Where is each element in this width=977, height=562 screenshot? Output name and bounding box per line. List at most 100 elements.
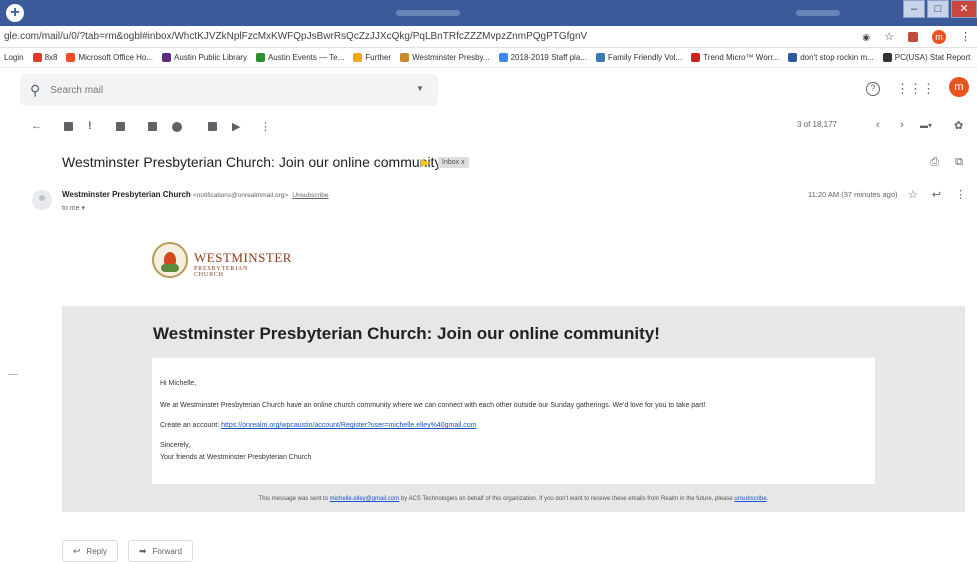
church-logo: WESTMINSTER PRESBYTERIAN CHURCH	[148, 238, 291, 282]
newer-chevron-icon[interactable]: ›	[900, 119, 904, 131]
bookmark-label: Austin Public Library	[174, 53, 247, 62]
mark-unread-icon[interactable]	[148, 122, 157, 131]
sender-line: Westminster Presbyterian Church <notific…	[62, 190, 329, 199]
unsubscribe-link[interactable]: Unsubscribe	[292, 192, 328, 199]
profile-blur	[796, 10, 840, 16]
window-controls: – □ ✕	[901, 0, 977, 18]
bookmark-favicon-icon	[255, 53, 265, 62]
search-icon[interactable]: ⚲	[30, 82, 40, 99]
bookmark-favicon-icon	[162, 53, 172, 62]
subject-row: Westminster Presbyterian Church: Join ou…	[0, 150, 977, 176]
apps-grid-icon[interactable]: ⋮⋮⋮	[896, 81, 935, 97]
bookmark-item[interactable]: PC(USA) Stat Report	[882, 53, 971, 62]
divider	[8, 374, 18, 375]
sender-email: <notifications@onrealmmail.org>	[193, 192, 289, 199]
bookmark-item[interactable]: Microsoft Office Ho...	[66, 53, 153, 62]
church-seal-icon	[152, 242, 188, 278]
bookmark-label: Login	[4, 53, 24, 62]
reply-label: Reply	[86, 547, 107, 556]
greeting: Hi Michelle,	[160, 380, 197, 387]
bookmark-item[interactable]: Austin Public Library	[162, 53, 247, 62]
account-avatar[interactable]: m	[949, 77, 969, 97]
email-footer: This message was sent to michelle.elley@…	[62, 496, 965, 502]
report-spam-icon[interactable]: !	[88, 120, 92, 132]
bookmark-favicon-icon	[353, 53, 363, 62]
footer-unsubscribe-link[interactable]: unsubscribe	[734, 496, 766, 502]
more-vert-icon[interactable]: ⋮	[260, 120, 271, 133]
bookmark-item[interactable]: Login	[4, 53, 24, 62]
url-text[interactable]: gle.com/mail/u/0/?tab=rm&ogbl#inbox/Whct…	[4, 31, 587, 42]
message-toolbar: ← ! ▶ ⋮ 3 of 18,177 ‹ › ▬▾ ✿	[0, 112, 977, 140]
older-chevron-icon[interactable]: ‹	[876, 119, 880, 131]
logo-subtitle: PRESBYTERIAN CHURCH	[194, 266, 249, 278]
bookmark-label: Austin Events — Te...	[267, 53, 345, 62]
bookmark-label: Microsoft Office Ho...	[78, 53, 154, 62]
bookmark-item[interactable]: Austin Events — Te...	[255, 53, 345, 62]
signoff: Your friends at Westminster Presbyterian…	[160, 454, 312, 461]
register-link[interactable]: https://onrealm.org/wpcaustin/account/Re…	[221, 422, 476, 429]
reply-icon[interactable]: ↩	[932, 188, 941, 201]
visibility-icon[interactable]: ◉	[862, 26, 870, 48]
back-arrow-icon[interactable]: ←	[31, 120, 42, 132]
settings-gear-icon[interactable]: ✿	[954, 119, 963, 132]
bookmark-label: PC(USA) Stat Report	[894, 53, 971, 62]
archive-icon[interactable]	[64, 122, 73, 131]
bookmark-label: Further	[365, 53, 392, 62]
browser-account-avatar[interactable]: m	[932, 30, 946, 44]
extension-icon[interactable]	[908, 32, 918, 42]
bookmark-label: 8x8	[44, 53, 58, 62]
bookmark-label: 2018-2019 Staff pla...	[510, 53, 587, 62]
footer-email-link[interactable]: michelle.elley@gmail.com	[330, 496, 399, 502]
email-timestamp: 11:20 AM (37 minutes ago)	[808, 190, 898, 199]
bookmark-label: Westminster Presby...	[412, 53, 490, 62]
move-to-icon[interactable]	[208, 122, 217, 131]
bookmark-favicon-icon	[788, 53, 798, 62]
input-tools-icon[interactable]: ▬▾	[920, 121, 932, 130]
close-icon[interactable]: ✕	[951, 0, 977, 18]
recipient-dropdown[interactable]: to me ▾	[62, 204, 85, 212]
body-paragraph: We at Westminster Presbyterian Church ha…	[160, 402, 706, 409]
more-vert-icon[interactable]: ⋮	[955, 188, 966, 201]
footer-end: .	[766, 496, 769, 502]
star-icon[interactable]: ☆	[908, 188, 918, 201]
print-icon[interactable]: ⎙	[930, 156, 939, 169]
create-account-line: Create an account: https://onrealm.org/w…	[160, 422, 477, 429]
star-bookmark-icon[interactable]: ☆	[884, 26, 894, 48]
snooze-icon[interactable]	[172, 122, 182, 132]
bookmark-item[interactable]: Further	[353, 53, 391, 62]
footer-prefix: This message was sent to	[258, 496, 330, 502]
label-icon[interactable]: ▶	[232, 120, 240, 133]
open-new-window-icon[interactable]: ⧉	[955, 156, 963, 169]
bookmark-item[interactable]: Family Friendly Vol...	[595, 53, 682, 62]
bookmark-favicon-icon	[498, 53, 508, 62]
gmail-header: ⚲ ▼ ? ⋮⋮⋮ m	[0, 68, 977, 112]
address-bar[interactable]: gle.com/mail/u/0/?tab=rm&ogbl#inbox/Whct…	[0, 26, 977, 48]
search-bar[interactable]: ⚲ ▼	[20, 74, 438, 106]
importance-marker-icon[interactable]	[421, 159, 431, 167]
new-tab-plus-icon[interactable]: +	[6, 4, 24, 22]
search-input[interactable]	[50, 84, 391, 96]
message-card: Hi Michelle, We at Westminster Presbyter…	[152, 358, 875, 484]
sender-avatar	[32, 190, 52, 210]
create-account-prefix: Create an account:	[160, 422, 222, 429]
bookmark-item[interactable]: 8x8	[32, 53, 58, 62]
bookmark-item[interactable]: don't stop rockin m...	[788, 53, 874, 62]
inbox-label-chip[interactable]: Inbox x	[438, 157, 469, 168]
minimize-icon[interactable]: –	[903, 0, 925, 18]
bookmark-label: Trend Micro™ Worr...	[703, 53, 780, 62]
bookmark-favicon-icon	[66, 53, 76, 62]
bookmark-item[interactable]: Westminster Presby...	[400, 53, 490, 62]
help-icon[interactable]: ?	[866, 81, 880, 96]
delete-icon[interactable]	[116, 122, 125, 131]
tab-title-blur	[396, 10, 460, 16]
bookmark-item[interactable]: 2018-2019 Staff pla...	[498, 53, 587, 62]
maximize-icon[interactable]: □	[927, 0, 949, 18]
sender-row: Westminster Presbyterian Church <notific…	[0, 188, 977, 218]
forward-icon: ➡	[139, 546, 147, 556]
footer-middle: by ACS Technologies on behalf of this or…	[399, 496, 735, 502]
bookmark-item[interactable]: Trend Micro™ Worr...	[691, 53, 779, 62]
browser-menu-icon[interactable]: ⋮	[960, 26, 971, 48]
search-options-caret-icon[interactable]: ▼	[416, 84, 424, 93]
forward-label: Forward	[152, 547, 182, 556]
bookmark-favicon-icon	[595, 53, 605, 62]
